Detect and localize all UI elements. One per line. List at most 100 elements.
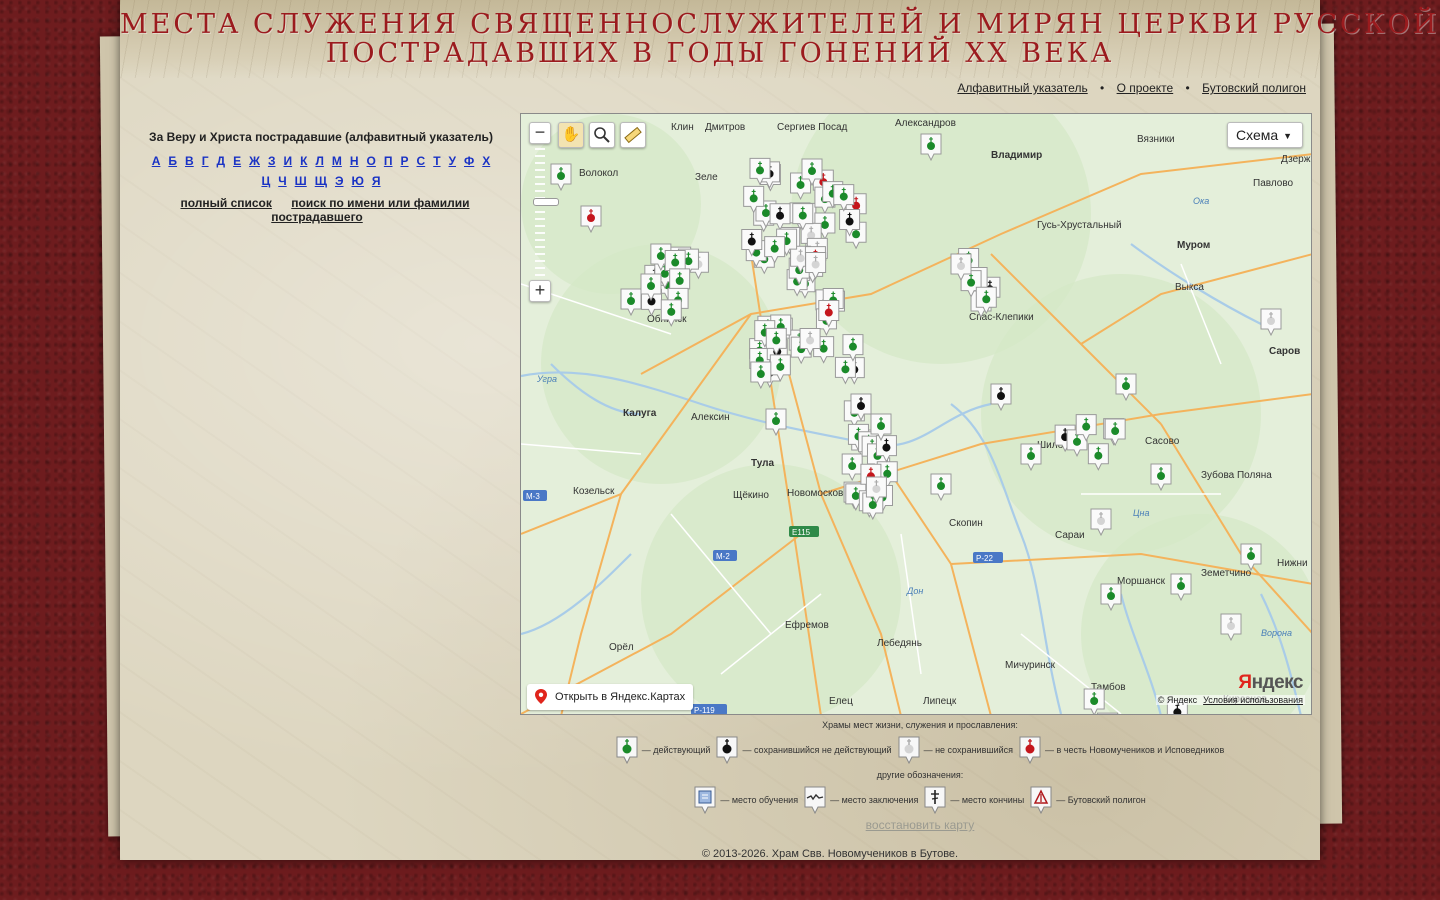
map-copyright: © Яндекс Условия использования [1155, 695, 1305, 705]
city-label: Скопин [949, 518, 983, 529]
alphabet-letter-link[interactable]: З [268, 154, 276, 168]
alphabet-letter-link[interactable]: Т [433, 154, 440, 168]
zoom-in-button[interactable]: + [529, 280, 551, 302]
legend-item-lost: — не сохранившийся [898, 736, 1013, 765]
alphabet-letter-link[interactable]: Е [233, 154, 241, 168]
city-label: Мичуринск [1005, 660, 1056, 671]
alphabet-letter-link[interactable]: Х [482, 154, 490, 168]
city-label: Сергиев Посад [777, 122, 848, 133]
zoom-slider-track[interactable] [533, 148, 559, 276]
city-label: Угра [536, 374, 557, 384]
preserved-church-icon [716, 736, 738, 765]
alphabet-letter-link[interactable]: В [185, 154, 194, 168]
city-label: Вязники [1137, 134, 1175, 145]
alphabet-letter-link[interactable]: Н [350, 154, 359, 168]
map-widget[interactable]: Клин Дмитров Сергиев Посад Александров Вязни… [520, 113, 1312, 715]
yandex-logo: Яндекс [1238, 672, 1303, 693]
lost-church-icon [898, 736, 920, 765]
legend-item-butovo: — Бутовский полигон [1030, 786, 1146, 815]
alphabet-letter-link[interactable]: О [367, 154, 376, 168]
alphabet-letter-link[interactable]: Ш [295, 174, 307, 188]
city-label: Земетчино [1201, 568, 1252, 579]
legend-item-preserved: — сохранившийся не действующий [716, 736, 892, 765]
map-copyright-text: © Яндекс [1157, 695, 1198, 705]
city-label: Козельск [573, 486, 615, 497]
name-search-link[interactable]: поиск по имени или фамилии пострадавшего [271, 196, 469, 224]
site-title: Места служения священнослужителей и миря… [120, 9, 1440, 68]
city-label: Александров [895, 118, 956, 129]
legend-item-new-martyrs: — в честь Новомучеников и Исповедников [1019, 736, 1225, 765]
map-layer-select[interactable]: Схема ▼ [1227, 122, 1303, 148]
zoom-out-button[interactable]: − [529, 122, 551, 144]
city-label: Калуга [623, 408, 657, 419]
legend-label-lost: — не сохранившийся [923, 745, 1013, 755]
alphabet-letter-link[interactable]: И [283, 154, 292, 168]
alphabet-letter-link[interactable]: У [449, 154, 456, 168]
restore-map-link[interactable]: восстановить карту [866, 818, 975, 832]
legend-label-study: — место обучения [720, 795, 799, 805]
alphabet-letter-link[interactable]: Ф [464, 154, 474, 168]
city-label: Сасово [1145, 436, 1180, 447]
map-terms-link[interactable]: Условия использования [1203, 695, 1303, 705]
alphabet-letter-link[interactable]: Д [217, 154, 226, 168]
nav-butovo[interactable]: Бутовский полигон [1202, 81, 1306, 95]
city-label: Гусь-Хрустальный [1037, 220, 1122, 231]
alphabet-letter-link[interactable]: М [332, 154, 342, 168]
alphabet-letter-link[interactable]: Я [372, 174, 381, 188]
legend-row-churches: — действующий — сохранившийся не действу… [520, 732, 1320, 768]
svg-text:М-2: М-2 [716, 552, 730, 561]
alphabet-letter-link[interactable]: Ч [278, 174, 286, 188]
magnifier-icon[interactable] [589, 122, 615, 148]
map-pin-icon [535, 689, 547, 704]
alphabet-letter-link[interactable]: Э [335, 174, 344, 188]
chevron-down-icon: ▼ [1283, 131, 1293, 142]
alphabet-letter-link[interactable]: Б [168, 154, 177, 168]
ruler-icon[interactable] [620, 122, 646, 148]
alphabet-letter-link[interactable]: П [384, 154, 393, 168]
alphabet-letter-link[interactable]: Л [315, 154, 323, 168]
road-number-badge: E115 [789, 526, 819, 537]
death-place-icon [924, 786, 946, 815]
legend-label-new-martyrs: — в честь Новомучеников и Исповедников [1045, 745, 1225, 755]
alphabet-letter-link[interactable]: Ж [249, 154, 260, 168]
alphabet-letter-link[interactable]: Р [401, 154, 409, 168]
left-links: полный список поиск по имени или фамилии… [126, 196, 516, 224]
restore-map: восстановить карту [520, 818, 1320, 832]
alphabet-letter-link[interactable]: С [417, 154, 426, 168]
city-label: Дзержин [1281, 154, 1312, 165]
legend-label-death: — место кончины [950, 795, 1025, 805]
alphabet-letter-link[interactable]: Ю [352, 174, 364, 188]
zoom-slider-thumb[interactable] [533, 198, 559, 206]
full-list-link[interactable]: полный список [180, 196, 271, 210]
city-label: Выкса [1175, 282, 1204, 293]
svg-text:Р-22: Р-22 [976, 554, 993, 563]
nav-about[interactable]: О проекте [1117, 81, 1174, 95]
alphabet-letter-link[interactable]: А [152, 154, 161, 168]
city-label: Владимир [991, 150, 1042, 161]
map-canvas[interactable]: Клин Дмитров Сергиев Посад Александров Вязни… [521, 114, 1312, 715]
church-marker[interactable] [1097, 712, 1119, 715]
top-navigation: Алфавитный указатель • О проекте • Бутов… [957, 81, 1306, 95]
nav-separator: • [1100, 81, 1105, 95]
site-title-line1: Места служения священнослужителей и миря… [120, 9, 1440, 40]
legend-label-butovo: — Бутовский полигон [1056, 795, 1146, 805]
alphabet-panel: За Веру и Христа пострадавшие (алфавитны… [126, 130, 516, 224]
city-label: Сараи [1055, 530, 1085, 541]
city-label: Зеле [695, 172, 718, 183]
city-label: Нижни [1277, 558, 1308, 569]
footer-copyright: © 2013-2026. Храм Свв. Новомучеников в Б… [701, 848, 959, 860]
city-label: Орёл [609, 642, 634, 653]
alphabet-letter-link[interactable]: Щ [315, 174, 327, 188]
alphabet-letter-link[interactable]: К [300, 154, 307, 168]
city-label: Муром [1177, 240, 1210, 251]
legend-caption-other: другие обозначения: [876, 770, 964, 780]
legend-label-active: — действующий [641, 745, 711, 755]
prison-place-icon [804, 786, 826, 815]
alphabet-letter-link[interactable]: Г [202, 154, 209, 168]
nav-separator: • [1185, 81, 1190, 95]
open-in-yandex-button[interactable]: Открыть в Яндекс.Картах [527, 684, 694, 710]
alphabet-letter-link[interactable]: Ц [261, 174, 270, 188]
nav-alphabet-index[interactable]: Алфавитный указатель [957, 81, 1087, 95]
city-label: Павлово [1253, 178, 1294, 189]
hand-icon[interactable]: ✋ [558, 122, 584, 148]
